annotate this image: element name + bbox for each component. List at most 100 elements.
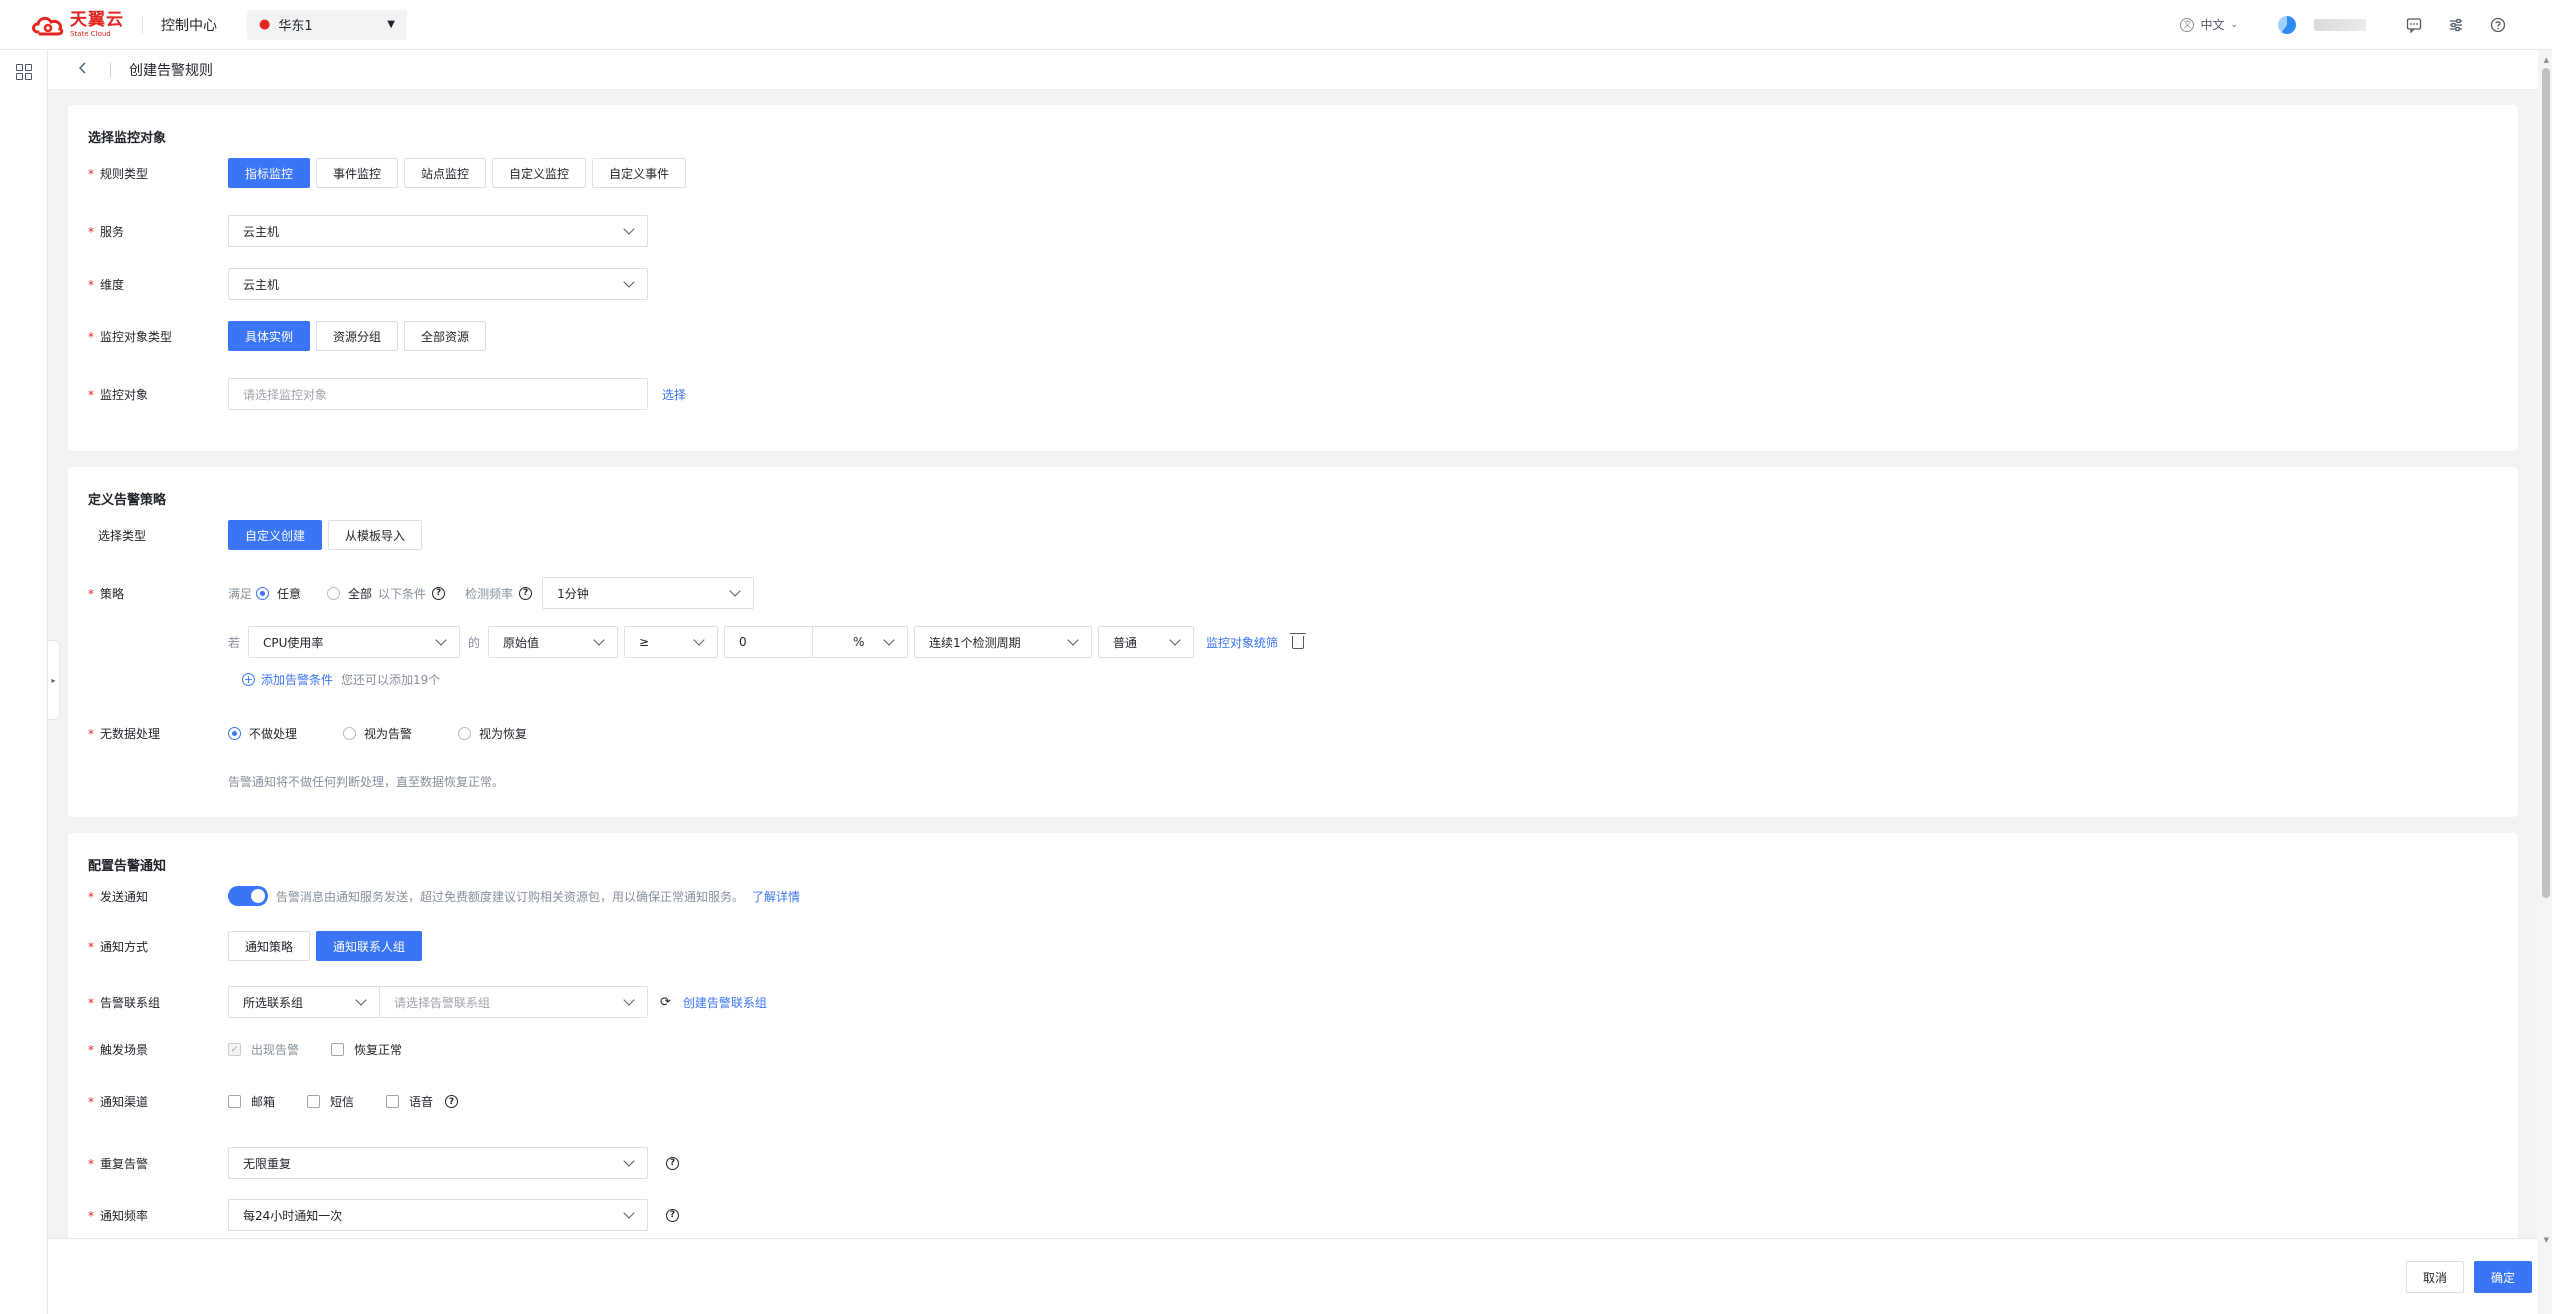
period-select[interactable]: 连续1个检测周期	[914, 626, 1093, 658]
region-selector[interactable]: ● 华东1 ▼	[247, 9, 407, 40]
rule-type-site-button[interactable]: 站点监控	[404, 158, 487, 188]
trigger-alarm-checkbox[interactable]: ✓ 出现告警	[228, 1041, 299, 1058]
row-send-notify: * 发送通知 告警消息由通知服务发送，超过免费额度建议订购相关资源包，用以确保正常…	[88, 886, 800, 906]
field-label: 策略	[100, 586, 125, 601]
metric-select[interactable]: CPU使用率	[248, 626, 461, 658]
select-object-link[interactable]: 选择	[662, 386, 686, 403]
no-data-alarm-radio[interactable]: 视为告警	[343, 725, 412, 742]
section-monitor-object: 选择监控对象 * 规则类型 指标监控 事件监控 站点监控 自定义监控 自定义事件 …	[68, 105, 2518, 451]
field-label: 通知渠道	[100, 1095, 149, 1109]
object-type-all-button[interactable]: 全部资源	[404, 321, 487, 351]
message-icon[interactable]	[2406, 17, 2422, 33]
object-type-instance-button[interactable]: 具体实例	[228, 321, 311, 351]
row-no-data-hint: 告警通知将不做任何判断处理，直至数据恢复正常。	[228, 773, 504, 790]
object-type-group-button[interactable]: 资源分组	[316, 321, 399, 351]
page-header: 创建告警规则	[48, 50, 2538, 90]
no-data-ignore-radio[interactable]: 不做处理	[228, 725, 297, 742]
following-conditions-label: 以下条件	[378, 586, 427, 601]
help-circle-icon[interactable]: ?	[432, 586, 446, 600]
help-circle-icon[interactable]: ?	[666, 1208, 679, 1222]
page-title: 创建告警规则	[129, 62, 213, 79]
notify-contact-group-button[interactable]: 通知联系人组	[316, 931, 423, 961]
rule-type-event-button[interactable]: 事件监控	[316, 158, 399, 188]
row-contact-group: * 告警联系组 所选联系组 请选择告警联系组 ⟳ 创建告警联系组	[88, 986, 767, 1018]
section-title: 定义告警策略	[88, 493, 167, 508]
contact-group-select[interactable]: 请选择告警联系组	[380, 986, 648, 1018]
user-name-redacted	[2314, 18, 2366, 31]
chevron-down-icon: ⌄	[2230, 19, 2238, 30]
import-template-button[interactable]: 从模板导入	[328, 520, 423, 550]
delete-trash-icon[interactable]	[1290, 632, 1307, 649]
learn-more-link[interactable]: 了解详情	[752, 888, 800, 905]
chevron-down-icon	[623, 276, 635, 288]
apps-grid-icon[interactable]	[16, 64, 32, 80]
rule-type-metric-button[interactable]: 指标监控	[228, 158, 311, 188]
console-link[interactable]: 控制中心	[161, 15, 217, 35]
row-select-type: 选择类型 自定义创建 从模板导入	[88, 520, 428, 550]
row-add-condition: + 添加告警条件 您还可以添加19个	[242, 671, 440, 688]
scroll-up-arrow-icon[interactable]: ▲	[2544, 56, 2549, 64]
row-notify-method: * 通知方式 通知策略 通知联系人组	[88, 931, 428, 961]
cancel-button[interactable]: 取消	[2406, 1261, 2464, 1293]
chevron-down-icon	[729, 585, 741, 597]
back-arrow-icon[interactable]	[78, 62, 88, 78]
repeat-alarm-select[interactable]: 无限重复	[228, 1147, 648, 1179]
match-any-radio[interactable]: 任意	[256, 585, 301, 602]
language-switcher[interactable]: 文 中文 ⌄	[2180, 16, 2238, 33]
service-select[interactable]: 云主机	[228, 215, 648, 247]
unit-select[interactable]: %	[812, 626, 909, 658]
add-condition-link[interactable]: 添加告警条件	[261, 671, 333, 688]
scrollbar-thumb[interactable]	[2542, 68, 2550, 898]
brand-logo[interactable]: 天翼云 State Cloud	[30, 0, 124, 50]
channel-email-checkbox[interactable]: 邮箱	[228, 1093, 275, 1110]
statistic-select[interactable]: 原始值	[488, 626, 619, 658]
settings-sliders-icon[interactable]	[2448, 17, 2464, 33]
detect-frequency-select[interactable]: 1分钟	[542, 577, 755, 609]
threshold-input[interactable]: 0	[724, 626, 813, 658]
logo-text-cn: 天翼云	[70, 9, 124, 30]
placeholder-text: 请选择监控对象	[243, 387, 328, 402]
trigger-recover-checkbox[interactable]: 恢复正常	[331, 1041, 402, 1058]
rule-type-custom-metric-button[interactable]: 自定义监控	[492, 158, 587, 188]
channel-voice-checkbox[interactable]: 语音	[386, 1093, 433, 1110]
confirm-button[interactable]: 确定	[2474, 1261, 2532, 1293]
notify-policy-button[interactable]: 通知策略	[228, 931, 311, 961]
contact-group-scope-select[interactable]: 所选联系组	[228, 986, 380, 1018]
rule-type-custom-event-button[interactable]: 自定义事件	[592, 158, 687, 188]
cloud-logo-icon	[30, 14, 66, 36]
dimension-select[interactable]: 云主机	[228, 268, 648, 300]
scroll-down-arrow-icon[interactable]: ▼	[2544, 1236, 2549, 1244]
help-circle-icon[interactable]: ?	[519, 586, 533, 600]
satisfy-label: 满足	[228, 586, 253, 601]
create-contact-group-link[interactable]: 创建告警联系组	[683, 994, 767, 1011]
chevron-down-icon	[693, 634, 705, 646]
region-name: 华东1	[278, 19, 313, 34]
no-data-recover-radio[interactable]: 视为恢复	[458, 725, 527, 742]
help-circle-icon[interactable]: ?	[445, 1095, 459, 1108]
add-circle-icon[interactable]: +	[242, 673, 255, 686]
chevron-down-icon	[1169, 634, 1181, 646]
notify-frequency-select[interactable]: 每24小时通知一次	[228, 1199, 648, 1231]
custom-create-button[interactable]: 自定义创建	[228, 520, 323, 550]
alarm-level-select[interactable]: 普通	[1098, 626, 1195, 658]
chevron-down-icon	[623, 994, 635, 1006]
help-circle-icon[interactable]: ?	[666, 1156, 679, 1170]
section-alarm-notify: 配置告警通知 * 发送通知 告警消息由通知服务发送，超过免费额度建议订购相关资源包…	[68, 833, 2518, 1238]
chevron-down-icon	[623, 1207, 635, 1219]
object-filter-link[interactable]: 监控对象统筛	[1206, 634, 1278, 651]
match-all-radio[interactable]: 全部	[327, 585, 372, 602]
add-condition-hint: 您还可以添加19个	[341, 673, 441, 687]
logo-text-en: State Cloud	[70, 29, 111, 38]
user-menu[interactable]	[2278, 15, 2366, 34]
section-title: 选择监控对象	[88, 131, 167, 146]
channel-sms-checkbox[interactable]: 短信	[307, 1093, 354, 1110]
send-notify-toggle[interactable]	[228, 886, 268, 906]
field-label: 通知方式	[100, 939, 149, 954]
help-icon[interactable]	[2490, 17, 2506, 33]
send-notify-hint: 告警消息由通知服务发送，超过免费额度建议订购相关资源包，用以确保正常通知服务。	[276, 889, 745, 904]
refresh-icon[interactable]: ⟳	[660, 995, 671, 1010]
operator-select[interactable]: ≥	[624, 626, 719, 658]
row-repeat: * 重复告警 无限重复 ?	[88, 1147, 679, 1179]
row-monitor-object: * 监控对象 请选择监控对象 选择	[88, 378, 686, 410]
monitor-object-input[interactable]: 请选择监控对象	[228, 378, 648, 410]
